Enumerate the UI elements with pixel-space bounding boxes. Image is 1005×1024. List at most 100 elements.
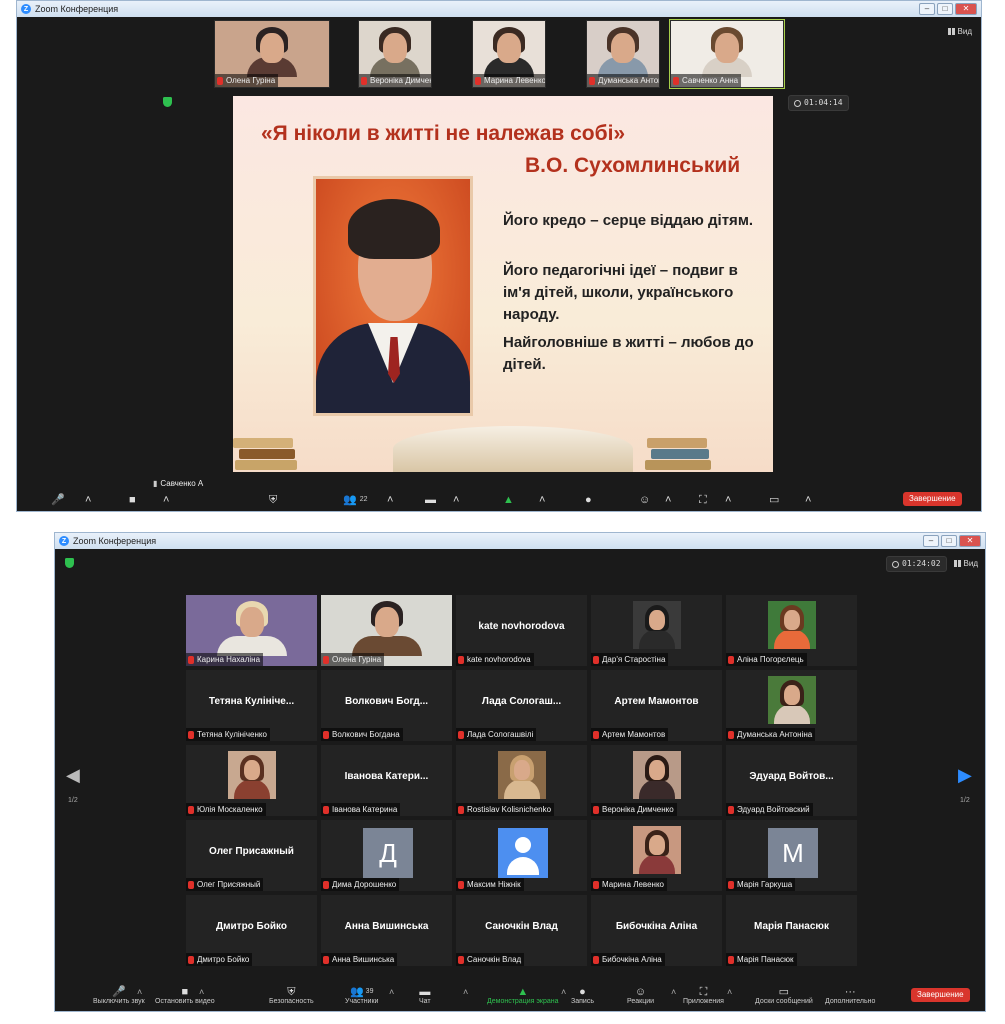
participant-tile[interactable]: Дар'я Старостіна (591, 595, 722, 666)
participant-tile[interactable]: Олег Присажный Олег Присяжный (186, 820, 317, 891)
close-button[interactable]: ✕ (955, 3, 977, 15)
participant-display-name: Тетяна Кулініче... (208, 696, 295, 707)
participant-tile[interactable]: Вероніка Димченко (591, 745, 722, 816)
video-thumbnail[interactable]: Марина Левенко (472, 20, 546, 88)
participant-name-tag: Карина Нахаліна (186, 653, 264, 666)
maximize-button[interactable]: □ (941, 535, 957, 547)
end-meeting-button[interactable]: Завершение (911, 988, 970, 1002)
close-button[interactable]: ✕ (959, 535, 981, 547)
chevron-up-icon: ˄ (85, 494, 92, 506)
encryption-shield-icon[interactable] (163, 97, 172, 107)
muted-mic-icon (589, 76, 595, 85)
record-button[interactable]: ● (585, 489, 592, 511)
participant-display-name: Бибочкіна Аліна (615, 921, 698, 932)
participant-tile[interactable]: Анна Вишинська Анна Вишинська (321, 895, 452, 966)
participant-tile[interactable]: Бибочкіна Аліна Бибочкіна Аліна (591, 895, 722, 966)
muted-mic-icon (728, 655, 734, 664)
participant-tile[interactable]: Максим Ніжнік (456, 820, 587, 891)
participant-tile[interactable]: Юлія Москаленко (186, 745, 317, 816)
chevron-up-icon[interactable]: ˄ (199, 981, 204, 1003)
chevron-up-icon[interactable]: ˄ (561, 981, 566, 1003)
reactions-icon: ☺ (634, 986, 647, 998)
prev-page-arrow-icon[interactable]: ◀ (66, 765, 80, 786)
next-page-arrow-icon[interactable]: ▶ (958, 765, 972, 786)
video-thumbnail[interactable]: Савченко Анна (669, 19, 785, 89)
chevron-up-icon: ˄ (539, 494, 546, 506)
toolbar-label: Остановить видео (155, 998, 215, 1005)
share-screen-icon: ▲ (517, 986, 529, 998)
participant-tile[interactable]: Лада Сологаш... Лада Сологашвілі (456, 670, 587, 741)
security-button[interactable]: ⛨ (269, 489, 277, 511)
reactions-options-chevron[interactable]: ˄ (665, 489, 671, 511)
video-button[interactable]: ■ Остановить видео (155, 981, 215, 1011)
chat-button[interactable]: ▬ Чат (419, 981, 431, 1011)
minimize-button[interactable]: – (919, 3, 935, 15)
participant-tile[interactable]: Тетяна Кулініче... Тетяна Кулініченко (186, 670, 317, 741)
participant-tile[interactable]: Марина Левенко (591, 820, 722, 891)
whiteboard-button[interactable]: ▭ (769, 489, 779, 511)
chevron-up-icon[interactable]: ˄ (137, 981, 142, 1003)
participant-display-name: kate novhorodova (478, 621, 565, 632)
participant-tile[interactable]: Волкович Богд... Волкович Богдана (321, 670, 452, 741)
participant-tile[interactable]: Дмитро Бойко Дмитро Бойко (186, 895, 317, 966)
minimize-button[interactable]: – (923, 535, 939, 547)
meeting-toolbar: 🎤 Выключить звук ˄ ■ Остановить видео ˄ ⛨ Безоп… (55, 981, 985, 1011)
participant-tile[interactable]: kate novhorodova kate novhorodova (456, 595, 587, 666)
reactions-button[interactable]: ☺ (639, 489, 650, 511)
chat-button[interactable]: ▬ (425, 489, 436, 511)
participant-tile[interactable]: Эдуард Войтов... Эдуард Войтовский (726, 745, 857, 816)
view-button[interactable]: Вид (953, 559, 978, 568)
participant-tile[interactable]: Карина Нахаліна (186, 595, 317, 666)
maximize-button[interactable]: □ (937, 3, 953, 15)
security-button[interactable]: ⛨ Безопасность (269, 981, 314, 1011)
mic-options-chevron[interactable]: ˄ (85, 489, 91, 511)
chevron-up-icon[interactable]: ˄ (389, 981, 394, 1003)
apps-button[interactable]: ⛶ Приложения (683, 981, 724, 1011)
apps-button[interactable]: ⛶ (699, 489, 707, 511)
participants-button[interactable]: 👥 22 (343, 489, 368, 511)
whiteboard-options-chevron[interactable]: ˄ (805, 489, 811, 511)
share-options-chevron[interactable]: ˄ (539, 489, 545, 511)
participant-tile[interactable]: Д Дима Дорошенко (321, 820, 452, 891)
participant-tile[interactable]: Іванова Катери... Іванова Катерина (321, 745, 452, 816)
participant-tile[interactable]: Аліна Погорєлець (726, 595, 857, 666)
video-thumbnail[interactable]: Олена Гуріна (214, 20, 330, 88)
video-button[interactable]: ■ (129, 489, 136, 511)
chevron-up-icon[interactable]: ˄ (671, 981, 676, 1003)
participant-tile[interactable]: Думанська Антоніна (726, 670, 857, 741)
mic-button[interactable]: 🎤 (51, 489, 65, 511)
participant-tile[interactable]: Олена Гуріна (321, 595, 452, 666)
participant-name: Карина Нахаліна (197, 655, 261, 664)
share-screen-button[interactable]: ▲ (503, 489, 514, 511)
participant-tile[interactable]: Саночкін Влад Саночкін Влад (456, 895, 587, 966)
chevron-up-icon[interactable]: ˄ (463, 981, 468, 1003)
video-thumbnail[interactable]: Вероніка Димченко (358, 20, 432, 88)
chat-options-chevron[interactable]: ˄ (453, 489, 459, 511)
participant-name: Аліна Погорєлець (737, 655, 804, 664)
reactions-button[interactable]: ☺ Реакции (627, 981, 654, 1011)
encryption-shield-icon[interactable] (65, 558, 74, 568)
participant-tile[interactable]: М Марія Гаркуша (726, 820, 857, 891)
chevron-up-icon[interactable]: ˄ (727, 981, 732, 1003)
participant-tile[interactable]: Артем Мамонтов Артем Мамонтов (591, 670, 722, 741)
security-icon: ⛨ (287, 986, 296, 998)
more-button[interactable]: ··· Дополнительно (825, 981, 875, 1011)
participant-name-tag: Марина Левенко (473, 74, 545, 87)
view-button[interactable]: Вид (947, 27, 972, 36)
participant-name-tag: Вероніка Димченко (359, 74, 431, 87)
muted-mic-icon (188, 805, 194, 814)
participants-options-chevron[interactable]: ˄ (387, 489, 393, 511)
apps-options-chevron[interactable]: ˄ (725, 489, 731, 511)
whiteboard-button[interactable]: ▭ Доски сообщений (755, 981, 813, 1011)
participant-name-tag: Думанська Антоніна (726, 728, 816, 741)
record-button[interactable]: ● Запись (571, 981, 594, 1011)
end-meeting-button[interactable]: Завершение (903, 492, 962, 506)
share-screen-button[interactable]: ▲ Демонстрация экрана (487, 981, 559, 1011)
participant-tile[interactable]: Марія Панасюк Марія Панасюк (726, 895, 857, 966)
video-thumbnail[interactable]: Думанська Антоніна (586, 20, 660, 88)
zoom-window-top: Z Zoom Конференция – □ ✕ Олена Гуріна Вер… (16, 0, 982, 512)
participant-tile[interactable]: Rostislav Kolisnichenko (456, 745, 587, 816)
participant-display-name: Эдуард Войтов... (749, 771, 834, 782)
video-options-chevron[interactable]: ˄ (163, 489, 169, 511)
participants-button[interactable]: 👥 39 Участники (345, 981, 378, 1011)
